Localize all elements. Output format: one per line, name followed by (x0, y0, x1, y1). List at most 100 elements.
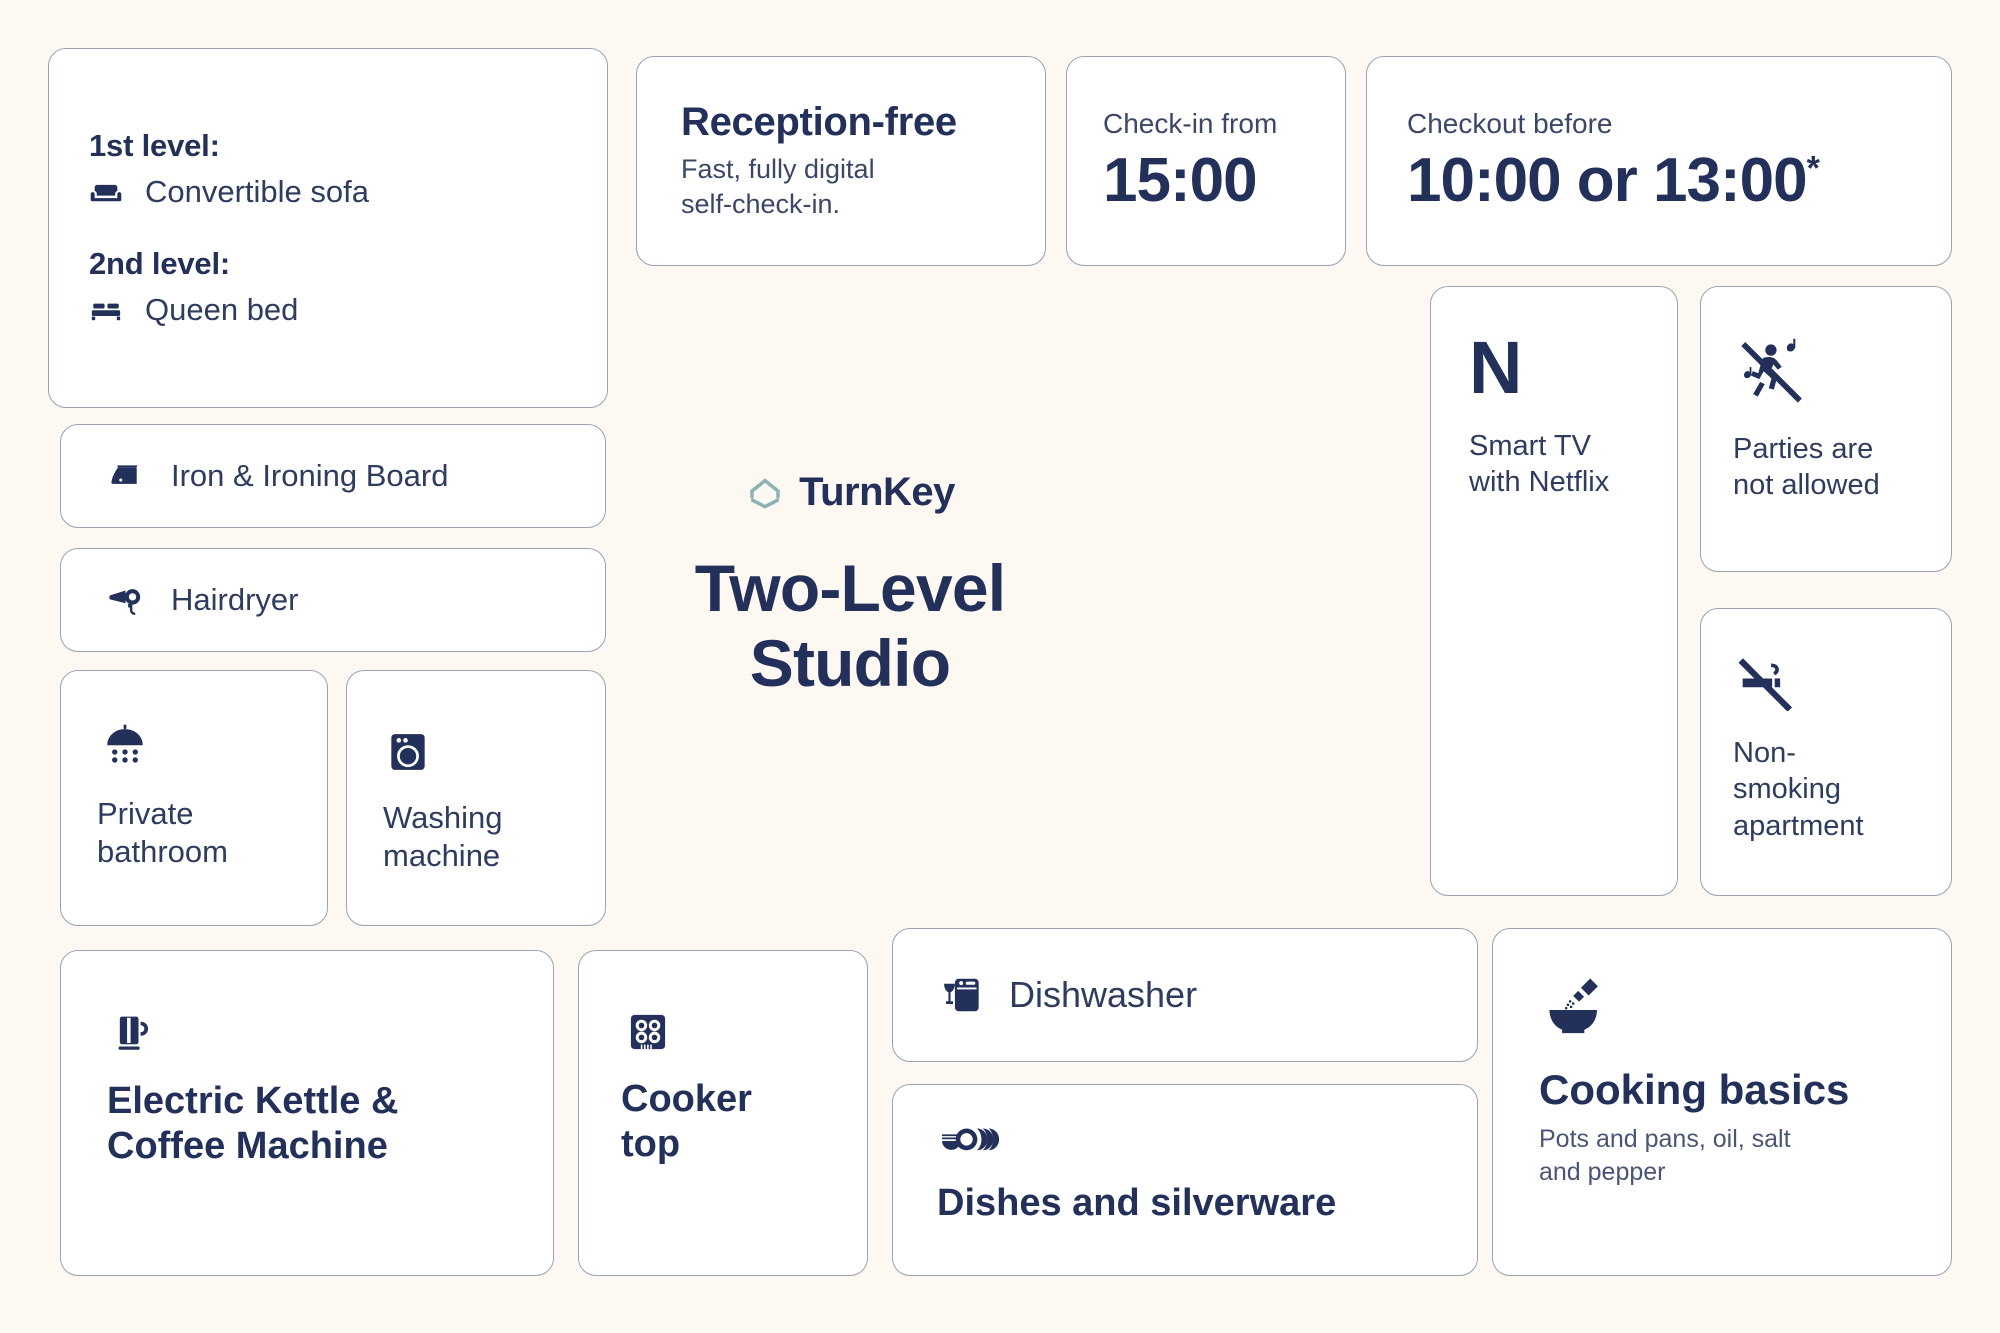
cooking-basics-subtitle-line2: and pepper (1539, 1157, 1666, 1186)
dishes-silverware-card: Dishes and silverware (892, 1084, 1478, 1276)
sofa-icon (89, 175, 123, 209)
smart-tv-label-line2: with Netflix (1469, 466, 1610, 499)
no-parties-label: Parties are not allowed (1733, 431, 1919, 504)
kettle-coffee-label-line2: Coffee Machine (107, 1124, 388, 1167)
page-title-line1: Two-Level (694, 551, 1006, 625)
center-brand-block: TurnKey Two-Level Studio (640, 470, 1060, 701)
brand-lockup: TurnKey (640, 470, 1060, 515)
hexagon-house-icon (745, 473, 785, 513)
private-bathroom-label-line1: Private (97, 796, 194, 831)
checkout-content: Checkout before 10:00 or 13:00* (1367, 57, 1951, 265)
check-in-content: Check-in from 15:00 (1067, 57, 1345, 265)
cooker-top-label: Cooker top (621, 1077, 825, 1167)
check-in-time: 15:00 (1103, 145, 1258, 215)
cooker-top-label-line1: Cooker (621, 1078, 752, 1120)
no-smoking-label-line1: Non- (1733, 737, 1796, 769)
no-parties-card: Parties are not allowed (1700, 286, 1952, 572)
cooking-basics-subtitle: Pots and pans, oil, salt and pepper (1539, 1123, 1905, 1188)
kettle-coffee-card: Electric Kettle & Coffee Machine (60, 950, 554, 1276)
dishes-silverware-content: Dishes and silverware (893, 1085, 1477, 1275)
private-bathroom-label: Private bathroom (97, 795, 291, 871)
cooking-basics-subtitle-line1: Pots and pans, oil, salt (1539, 1125, 1791, 1154)
second-level-item: Queen bed (145, 292, 299, 327)
hairdryer-card: Hairdryer (60, 548, 606, 652)
second-level-row: Queen bed (89, 292, 567, 328)
kettle-coffee-label: Electric Kettle & Coffee Machine (107, 1079, 507, 1169)
washing-machine-label: Washing machine (383, 799, 569, 875)
mortar-salt-icon (1539, 969, 1905, 1043)
cooking-basics-card: Cooking basics Pots and pans, oil, salt … (1492, 928, 1952, 1276)
cooker-top-card: Cooker top (578, 950, 868, 1276)
dishwasher-row: Dishwasher (937, 970, 1433, 1020)
reception-free-subtitle: Fast, fully digital self-check-in. (681, 152, 1001, 222)
shower-icon (97, 717, 291, 773)
cooktop-icon (621, 1005, 825, 1059)
sleeping-arrangements-card: 1st level: Convertible sofa 2nd level: Q… (48, 48, 608, 408)
smart-tv-label-line1: Smart TV (1469, 429, 1591, 462)
hairdryer-content: Hairdryer (61, 549, 605, 651)
no-smoking-card: Non- smoking apartment (1700, 608, 1952, 896)
iron-label: Iron & Ironing Board (171, 458, 449, 493)
checkout-footnote-marker: * (1806, 149, 1820, 188)
first-level-item: Convertible sofa (145, 174, 370, 209)
iron-icon (105, 454, 149, 498)
page-title: Two-Level Studio (640, 551, 1060, 701)
checkout-time-wrap: 10:00 or 13:00* (1407, 145, 1911, 215)
kettle-icon (107, 1005, 507, 1061)
washing-machine-content: Washing machine (347, 671, 605, 925)
no-parties-label-line1: Parties are (1733, 433, 1874, 465)
kettle-coffee-label-line1: Electric Kettle & (107, 1080, 399, 1122)
no-parties-icon (1733, 335, 1919, 405)
private-bathroom-label-line2: bathroom (97, 833, 228, 869)
no-smoking-label-line3: apartment (1733, 809, 1864, 842)
no-smoking-content: Non- smoking apartment (1701, 609, 1951, 895)
reception-free-title: Reception-free (681, 99, 957, 144)
dishwasher-card: Dishwasher (892, 928, 1478, 1062)
second-level-heading: 2nd level: (89, 246, 230, 281)
washing-machine-card: Washing machine (346, 670, 606, 926)
check-in-label: Check-in from (1103, 108, 1278, 140)
smart-tv-label: Smart TV with Netflix (1469, 428, 1639, 501)
dishwasher-label: Dishwasher (1009, 974, 1198, 1015)
no-parties-label-line2: not allowed (1733, 469, 1880, 502)
no-smoking-label: Non- smoking apartment (1733, 735, 1919, 844)
cooker-top-label-line2: top (621, 1122, 681, 1165)
smart-tv-content: N Smart TV with Netflix (1431, 287, 1677, 895)
no-smoking-icon (1733, 649, 1919, 711)
dishes-icon (937, 1115, 1433, 1163)
washing-machine-label-line2: machine (383, 837, 501, 873)
checkout-label: Checkout before (1407, 108, 1613, 140)
dishes-silverware-label: Dishes and silverware (937, 1182, 1337, 1224)
washing-machine-icon (383, 727, 569, 777)
sleeping-arrangements-content: 1st level: Convertible sofa 2nd level: Q… (49, 49, 607, 407)
netflix-n-icon: N (1469, 326, 1523, 409)
brand-name: TurnKey (799, 470, 955, 514)
hairdryer-row: Hairdryer (105, 578, 561, 622)
iron-content: Iron & Ironing Board (61, 425, 605, 527)
iron-card: Iron & Ironing Board (60, 424, 606, 528)
cooking-basics-title: Cooking basics (1539, 1066, 1850, 1113)
kettle-coffee-content: Electric Kettle & Coffee Machine (61, 951, 553, 1275)
hairdryer-label: Hairdryer (171, 582, 299, 617)
bed-icon (89, 293, 123, 327)
dishwasher-content: Dishwasher (893, 929, 1477, 1061)
reception-free-subtitle-line1: Fast, fully digital (681, 154, 875, 185)
cooking-basics-content: Cooking basics Pots and pans, oil, salt … (1493, 929, 1951, 1275)
checkout-card: Checkout before 10:00 or 13:00* (1366, 56, 1952, 266)
private-bathroom-card: Private bathroom (60, 670, 328, 926)
level-spacer (89, 210, 567, 246)
check-in-card: Check-in from 15:00 (1066, 56, 1346, 266)
hairdryer-icon (105, 578, 149, 622)
no-parties-content: Parties are not allowed (1701, 287, 1951, 571)
infographic-canvas: 1st level: Convertible sofa 2nd level: Q… (0, 0, 2000, 1333)
first-level-row: Convertible sofa (89, 174, 567, 210)
private-bathroom-content: Private bathroom (61, 671, 327, 925)
smart-tv-card: N Smart TV with Netflix (1430, 286, 1678, 896)
cooker-top-content: Cooker top (579, 951, 867, 1275)
checkout-time: 10:00 or 13:00 (1407, 145, 1808, 215)
washing-machine-label-line1: Washing (383, 800, 503, 835)
reception-free-subtitle-line2: self-check-in. (681, 189, 841, 220)
no-smoking-label-line2: smoking (1733, 773, 1841, 806)
first-level-heading: 1st level: (89, 128, 220, 163)
page-title-line2: Studio (749, 626, 951, 701)
